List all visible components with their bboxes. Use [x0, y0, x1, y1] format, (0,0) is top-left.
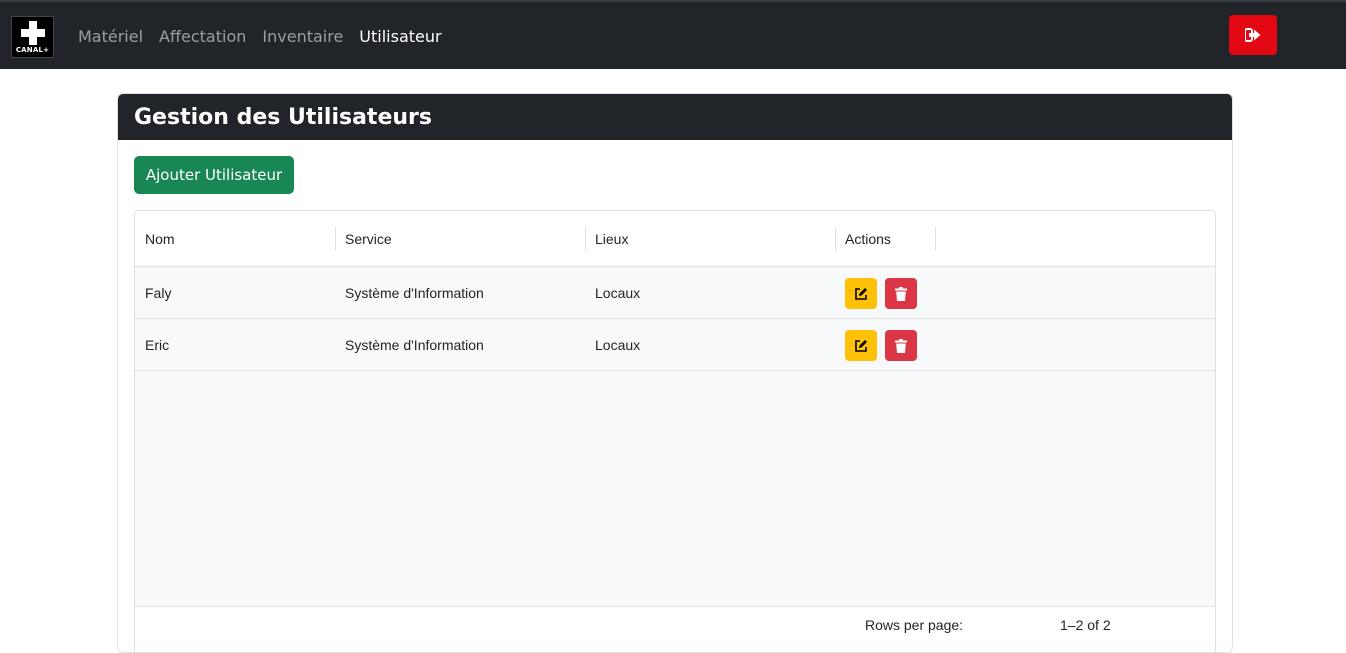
cell-nom: Faly [145, 285, 172, 301]
logo-text: CANAL+ [15, 46, 50, 54]
column-header-nom[interactable]: Nom [135, 211, 335, 267]
users-card: Gestion des Utilisateurs Ajouter Utilisa… [117, 93, 1233, 653]
cell-service: Système d'Information [345, 337, 484, 353]
logout-button[interactable] [1229, 15, 1277, 55]
nav-link-inventaire[interactable]: Inventaire [254, 27, 351, 46]
add-user-button[interactable]: Ajouter Utilisateur [134, 156, 294, 194]
delete-button[interactable] [885, 278, 917, 309]
page-title: Gestion des Utilisateurs [118, 94, 1232, 140]
cell-nom: Eric [145, 337, 170, 353]
nav-link-materiel[interactable]: Matériel [70, 27, 151, 46]
rows-per-page-label: Rows per page: [865, 617, 964, 633]
column-header-actions[interactable]: Actions [835, 211, 935, 267]
table-row[interactable]: Faly Système d'Information Locaux [135, 267, 1215, 319]
table-header: Nom Service Lieux Actions [135, 211, 1215, 267]
nav-link-utilisateur[interactable]: Utilisateur [351, 27, 449, 46]
table-row[interactable]: Eric Système d'Information Locaux [135, 319, 1215, 371]
edit-button[interactable] [845, 330, 877, 361]
cell-service: Système d'Information [345, 285, 484, 301]
delete-button[interactable] [885, 330, 917, 361]
cell-lieux: Locaux [595, 337, 641, 353]
sign-out-icon [1245, 28, 1261, 42]
canal-plus-logo[interactable]: CANAL+ [11, 16, 54, 58]
column-header-service[interactable]: Service [335, 211, 585, 267]
nav-link-affectation[interactable]: Affectation [151, 27, 254, 46]
cell-lieux: Locaux [595, 285, 641, 301]
users-table: Nom Service Lieux Actions Faly Système d… [134, 210, 1216, 652]
trash-icon [895, 286, 907, 301]
column-header-lieux[interactable]: Lieux [585, 211, 835, 267]
edit-icon [855, 339, 867, 352]
top-navbar: CANAL+ Matériel Affectation Inventaire U… [0, 0, 1346, 69]
nav-links: Matériel Affectation Inventaire Utilisat… [70, 2, 450, 71]
edit-button[interactable] [845, 278, 877, 309]
pagination-range: 1–2 of 2 [1060, 617, 1111, 633]
edit-icon [855, 287, 867, 300]
table-pagination: Rows per page: 1–2 of 2 [135, 606, 1215, 652]
trash-icon [895, 338, 907, 353]
